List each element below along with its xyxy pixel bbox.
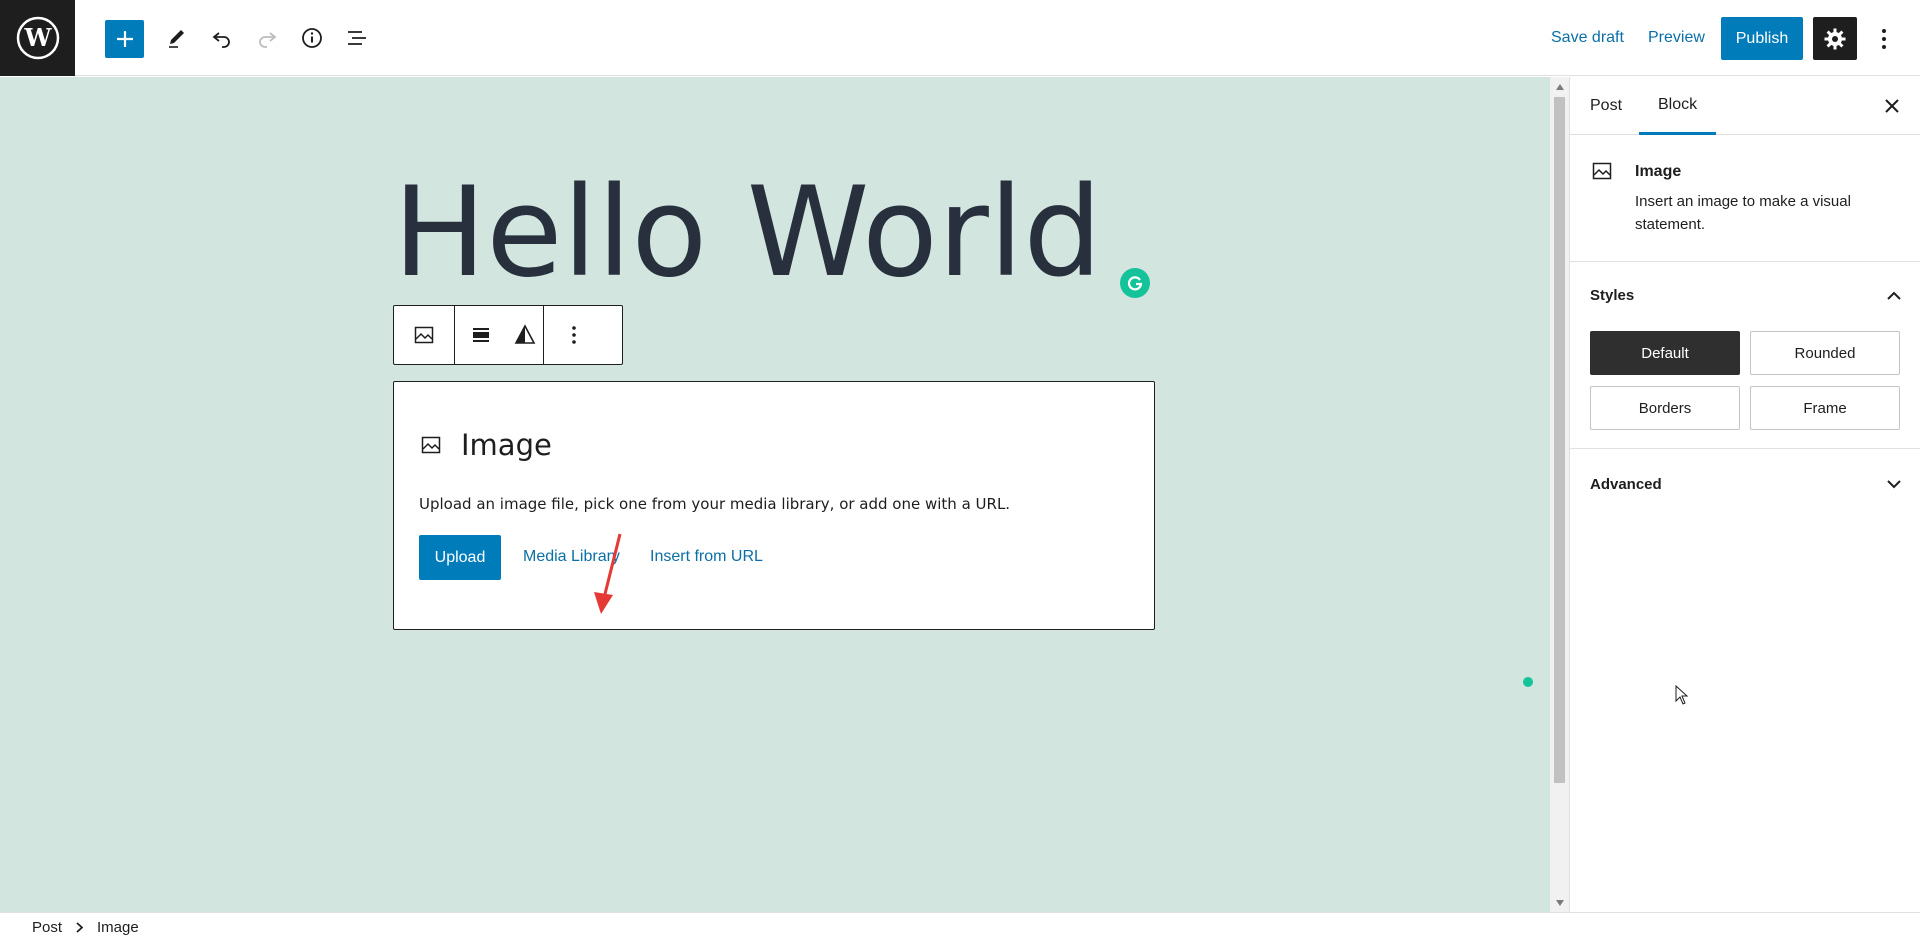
placeholder-header: Image (419, 428, 552, 462)
list-view-button[interactable] (338, 19, 376, 57)
tab-block[interactable]: Block (1639, 77, 1717, 135)
chevron-down-icon (1887, 479, 1901, 488)
style-rounded-button[interactable]: Rounded (1750, 331, 1900, 375)
plus-icon (116, 31, 133, 47)
status-dot (1523, 677, 1533, 687)
image-icon (414, 326, 434, 344)
block-card-description: Insert an image to make a visual stateme… (1635, 193, 1851, 233)
sidebar-tabs: Post Block (1570, 77, 1920, 135)
settings-button[interactable] (1813, 17, 1857, 60)
wordpress-logo-button[interactable]: W (0, 0, 75, 76)
duotone-filter-button[interactable] (507, 306, 543, 364)
styles-heading: Styles (1590, 286, 1635, 304)
block-type-group (394, 306, 454, 364)
editor-header: W Save draft Preview Publish (0, 0, 1920, 76)
mouse-cursor-icon (1675, 685, 1689, 705)
block-options-button[interactable] (544, 306, 604, 364)
settings-sidebar: Post Block Image Insert an image to make… (1569, 77, 1920, 912)
tools-button[interactable] (158, 19, 196, 57)
more-vertical-icon (572, 326, 576, 344)
styles-panel-toggle[interactable]: Styles (1570, 265, 1920, 325)
grammarly-button[interactable] (1120, 268, 1150, 298)
block-toolbar (393, 305, 623, 365)
advanced-heading: Advanced (1590, 475, 1662, 493)
details-button[interactable] (293, 19, 331, 57)
align-center-icon (473, 328, 489, 342)
grammarly-icon (1127, 276, 1143, 291)
style-frame-button[interactable]: Frame (1750, 386, 1900, 430)
save-draft-button[interactable]: Save draft (1551, 29, 1624, 47)
scrollbar-thumb[interactable] (1554, 97, 1565, 783)
chevron-right-icon (76, 922, 84, 933)
wordpress-icon: W (16, 16, 59, 60)
publish-button[interactable]: Publish (1721, 17, 1803, 60)
style-default-button[interactable]: Default (1590, 331, 1740, 375)
gear-icon (1824, 28, 1846, 49)
annotation-arrow-icon (594, 533, 622, 614)
image-icon (421, 436, 441, 454)
tab-post[interactable]: Post (1590, 77, 1622, 135)
breadcrumb: Post Image (0, 912, 1920, 942)
placeholder-title: Image (461, 428, 552, 462)
align-button[interactable] (455, 306, 507, 364)
scroll-up-arrow-icon[interactable] (1550, 77, 1569, 96)
options-menu-button[interactable] (1869, 20, 1899, 58)
breadcrumb-post[interactable]: Post (32, 919, 62, 936)
post-title[interactable]: Hello World (393, 171, 1102, 295)
upload-button[interactable]: Upload (419, 535, 501, 580)
add-block-button[interactable] (105, 20, 144, 58)
undo-icon (212, 32, 230, 48)
image-placeholder: Image Upload an image file, pick one fro… (393, 381, 1155, 630)
block-options-group (543, 306, 604, 364)
info-icon (302, 28, 322, 48)
redo-button[interactable] (248, 19, 286, 57)
breadcrumb-image[interactable]: Image (97, 919, 139, 936)
block-type-button[interactable] (394, 306, 454, 364)
close-icon (1885, 99, 1899, 113)
panel-divider (1570, 448, 1920, 449)
list-view-icon (348, 31, 366, 45)
editor-canvas: Hello World Image Upload an image file, … (0, 77, 1550, 912)
pencil-icon (169, 30, 184, 48)
advanced-panel-toggle[interactable]: Advanced (1570, 454, 1920, 514)
undo-button[interactable] (203, 19, 241, 57)
style-options: Default Rounded Borders Frame (1590, 331, 1902, 430)
preview-button[interactable]: Preview (1648, 29, 1705, 47)
redo-icon (259, 32, 277, 48)
block-card: Image Insert an image to make a visual s… (1570, 136, 1920, 262)
block-card-title: Image (1635, 163, 1682, 180)
duotone-icon (514, 324, 536, 344)
svg-text:W: W (23, 23, 52, 52)
more-vertical-icon (1882, 29, 1886, 49)
style-borders-button[interactable]: Borders (1590, 386, 1740, 430)
block-tools-group (454, 306, 543, 364)
image-icon (1592, 162, 1612, 180)
canvas-scrollbar[interactable] (1550, 77, 1569, 912)
scroll-down-arrow-icon[interactable] (1550, 893, 1569, 912)
insert-from-url-button[interactable]: Insert from URL (650, 548, 763, 566)
placeholder-instructions: Upload an image file, pick one from your… (419, 495, 1011, 513)
chevron-up-icon (1887, 291, 1901, 300)
close-sidebar-button[interactable] (1877, 91, 1907, 121)
